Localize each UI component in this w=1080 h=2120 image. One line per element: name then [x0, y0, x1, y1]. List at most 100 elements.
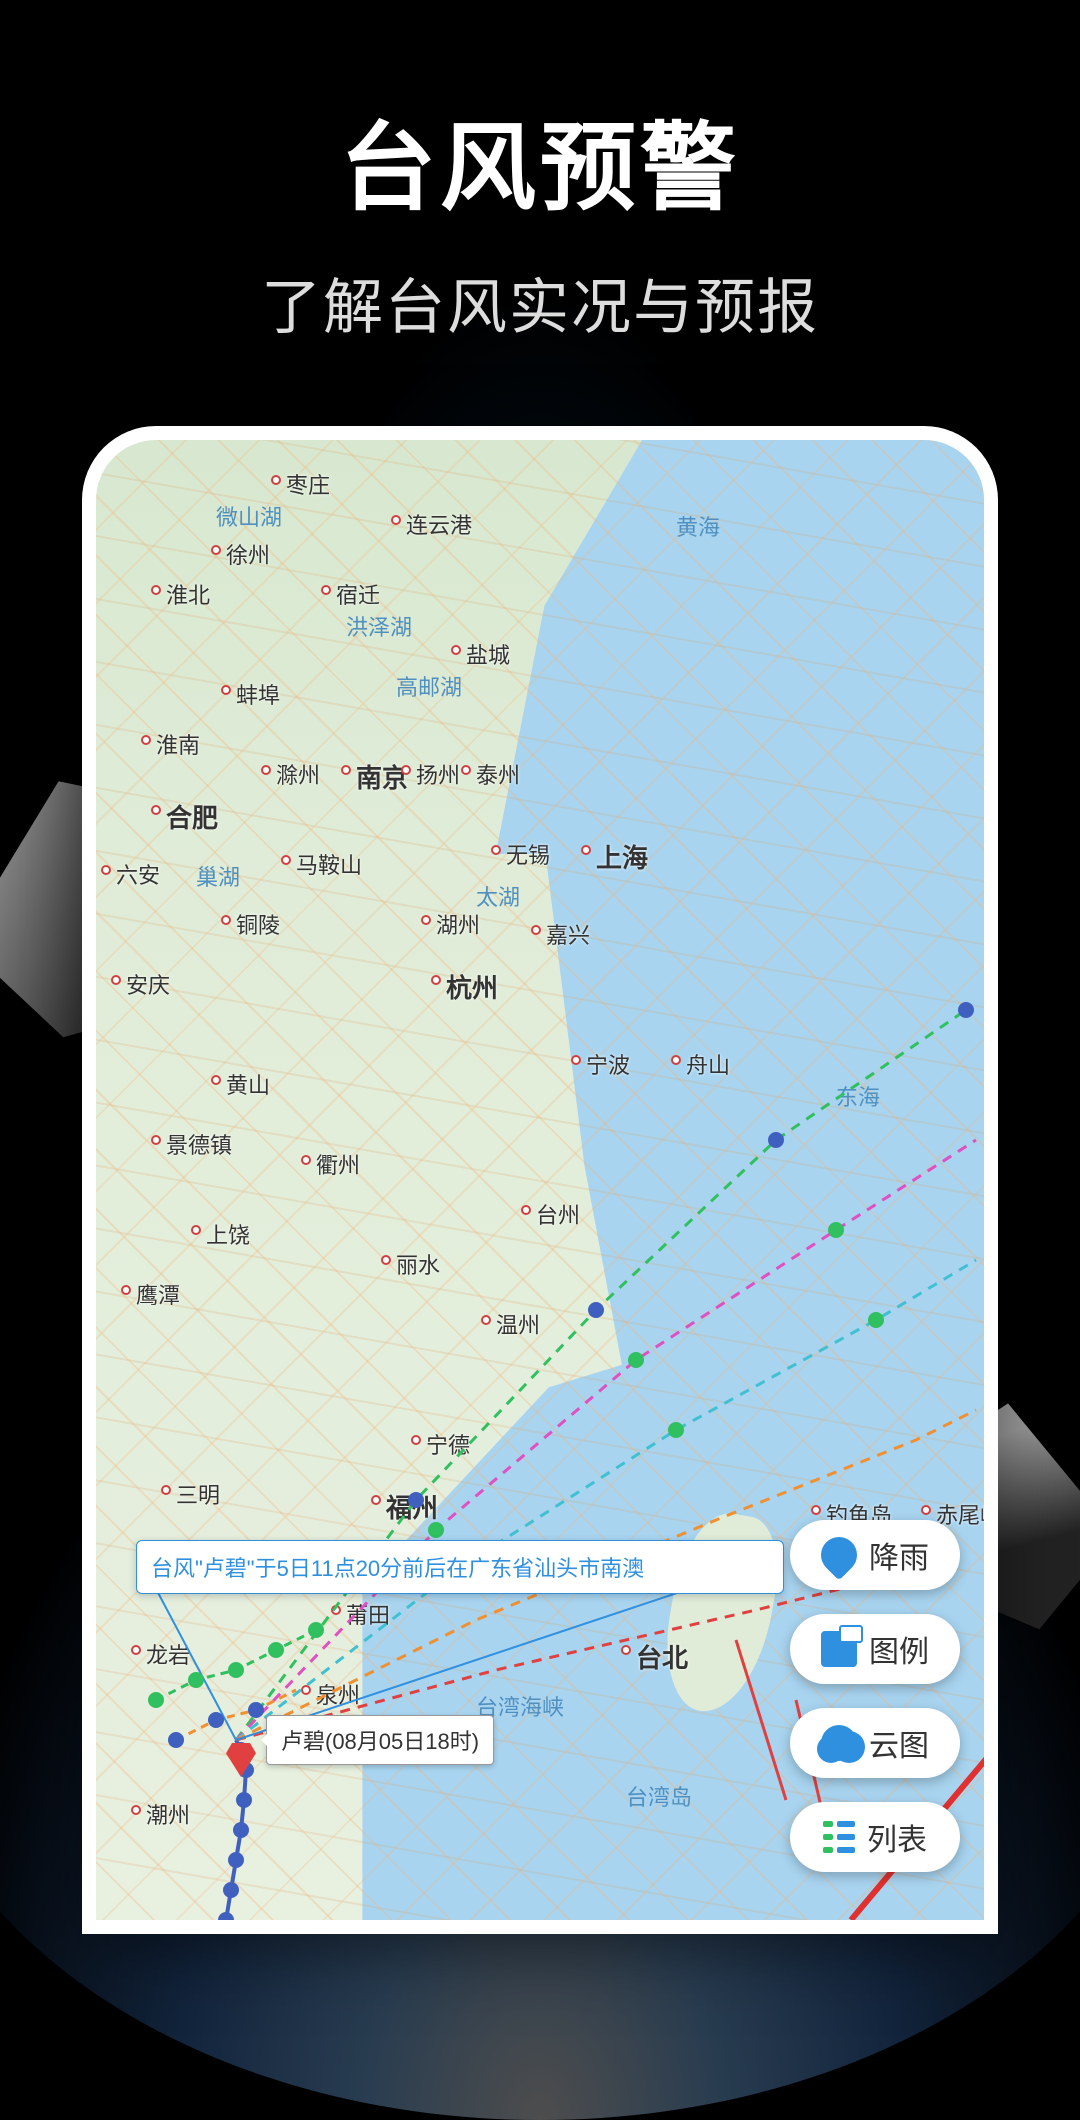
- city-dot: [221, 915, 231, 925]
- city-label: 泉州: [316, 1678, 360, 1710]
- city-dot: [141, 735, 151, 745]
- city-dot: [531, 925, 541, 935]
- city-label: 马鞍山: [296, 848, 362, 880]
- city-label: 宁波: [586, 1048, 630, 1080]
- track-dot-forecast: [308, 1622, 324, 1638]
- city-dot: [581, 845, 591, 855]
- city-label: 鹰潭: [136, 1278, 180, 1310]
- city-dot: [301, 1155, 311, 1165]
- water-label: 太湖: [476, 880, 520, 912]
- city-dot: [491, 845, 501, 855]
- city-label: 三明: [176, 1478, 220, 1510]
- track-dot-forecast: [868, 1312, 884, 1328]
- city-label: 宁德: [426, 1428, 470, 1460]
- track-dot-forecast: [228, 1662, 244, 1678]
- track-dot-forecast: [628, 1352, 644, 1368]
- track-dot-forecast: [268, 1642, 284, 1658]
- fab-legend[interactable]: 图例: [790, 1614, 960, 1684]
- city-dot: [131, 1805, 141, 1815]
- city-dot: [391, 515, 401, 525]
- city-label: 莆田: [346, 1598, 390, 1630]
- city-dot: [411, 1435, 421, 1445]
- city-dot: [111, 975, 121, 985]
- city-dot: [211, 545, 221, 555]
- water-label: 高邮湖: [396, 670, 462, 702]
- city-label: 杭州: [446, 968, 498, 1005]
- header: 台风预警 了解台风实况与预报: [0, 0, 1080, 346]
- list-icon: [823, 1819, 855, 1855]
- city-label: 无锡: [506, 838, 550, 870]
- city-dot: [331, 1605, 341, 1615]
- typhoon-banner[interactable]: 台风"卢碧"于5日11点20分前后在广东省汕头市南澳: [136, 1540, 784, 1594]
- track-dot-forecast: [188, 1672, 204, 1688]
- city-dot: [921, 1505, 931, 1515]
- city-dot: [671, 1055, 681, 1065]
- city-label: 泰州: [476, 758, 520, 790]
- fab-list[interactable]: 列表: [790, 1802, 960, 1872]
- city-label: 南京: [356, 758, 408, 795]
- water-label: 东海: [836, 1080, 880, 1112]
- city-label: 宿迁: [336, 578, 380, 610]
- fab-group: 降雨 图例 云图 列表: [790, 1520, 960, 1872]
- city-dot: [571, 1055, 581, 1065]
- city-dot: [401, 765, 411, 775]
- track-dot-forecast: [768, 1132, 784, 1148]
- track-dot-forecast: [588, 1302, 604, 1318]
- city-dot: [421, 915, 431, 925]
- city-label: 盐城: [466, 638, 510, 670]
- city-label: 淮北: [166, 578, 210, 610]
- city-dot: [271, 475, 281, 485]
- city-label: 丽水: [396, 1248, 440, 1280]
- track-dot-forecast: [148, 1692, 164, 1708]
- city-dot: [451, 645, 461, 655]
- city-dot: [381, 1255, 391, 1265]
- track-dot-forecast: [828, 1222, 844, 1238]
- city-dot: [621, 1645, 631, 1655]
- fab-label: 云图: [869, 1721, 929, 1765]
- city-dot: [341, 765, 351, 775]
- city-label: 铜陵: [236, 908, 280, 940]
- legend-icon: [821, 1631, 857, 1667]
- city-dot: [211, 1075, 221, 1085]
- fab-rain[interactable]: 降雨: [790, 1520, 960, 1590]
- city-dot: [151, 585, 161, 595]
- water-label: 台湾岛: [626, 1780, 692, 1812]
- city-label: 滁州: [276, 758, 320, 790]
- map-canvas[interactable]: 黄海微山湖洪泽湖高邮湖巢湖太湖东海台湾海峡台湾岛 枣庄连云港徐州淮北宿迁盐城蚌埠…: [96, 440, 984, 1920]
- track-dot-past: [223, 1882, 239, 1898]
- typhoon-current-label[interactable]: 卢碧(08月05日18时): [266, 1715, 494, 1765]
- track-dot-past: [228, 1852, 244, 1868]
- city-label: 衢州: [316, 1148, 360, 1180]
- city-dot: [461, 765, 471, 775]
- track-dot-forecast: [428, 1522, 444, 1538]
- city-label: 蚌埠: [236, 678, 280, 710]
- city-dot: [161, 1485, 171, 1495]
- city-label: 六安: [116, 858, 160, 890]
- city-label: 安庆: [126, 968, 170, 1000]
- city-dot: [321, 585, 331, 595]
- city-label: 合肥: [166, 798, 218, 835]
- track-dot-forecast: [168, 1732, 184, 1748]
- page-subtitle: 了解台风实况与预报: [0, 259, 1080, 346]
- water-label: 巢湖: [196, 860, 240, 892]
- city-dot: [221, 685, 231, 695]
- city-dot: [431, 975, 441, 985]
- city-label: 嘉兴: [546, 918, 590, 950]
- track-dot-past: [236, 1792, 252, 1808]
- city-label: 景德镇: [166, 1128, 232, 1160]
- city-dot: [521, 1205, 531, 1215]
- track-dot-forecast: [668, 1422, 684, 1438]
- cloud-icon: [821, 1725, 857, 1761]
- page-title: 台风预警: [0, 90, 1080, 229]
- track-dot-forecast: [958, 1002, 974, 1018]
- city-label: 龙岩: [146, 1638, 190, 1670]
- track-dot-forecast: [408, 1492, 424, 1508]
- city-label: 温州: [496, 1308, 540, 1340]
- city-label: 上饶: [206, 1218, 250, 1250]
- track-dot-forecast: [208, 1712, 224, 1728]
- city-dot: [191, 1225, 201, 1235]
- fab-cloud[interactable]: 云图: [790, 1708, 960, 1778]
- city-dot: [281, 855, 291, 865]
- city-label: 舟山: [686, 1048, 730, 1080]
- city-dot: [301, 1685, 311, 1695]
